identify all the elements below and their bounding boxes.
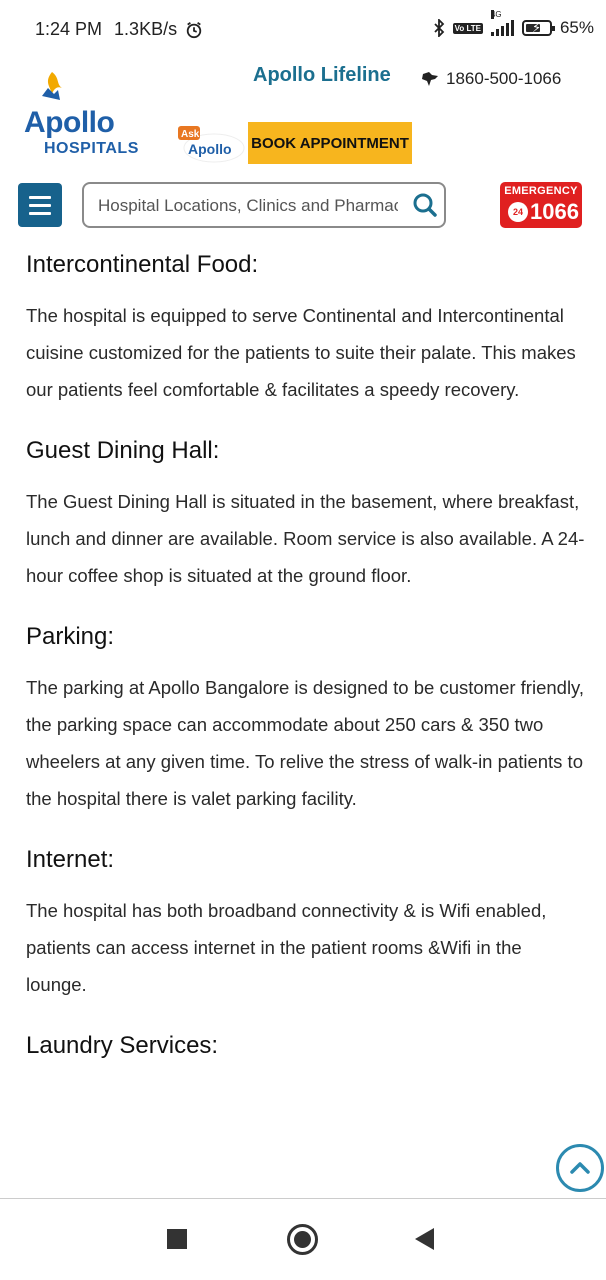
- battery-icon: ⚡: [521, 20, 555, 36]
- status-time: 1:24 PM: [35, 19, 103, 39]
- section-guest-dining-hall: Guest Dining Hall: The Guest Dining Hall…: [26, 434, 586, 594]
- section-body: The parking at Apollo Bangalore is desig…: [26, 677, 585, 809]
- logo-text: Apollo: [24, 106, 115, 139]
- hamburger-menu-button[interactable]: [18, 183, 62, 227]
- ask-apollo-top: Ask: [181, 129, 200, 140]
- chevron-up-icon: [570, 1162, 590, 1174]
- ask-apollo-logo[interactable]: Ask Apollo: [176, 124, 246, 164]
- main-content: Intercontinental Food: The hospital is e…: [26, 248, 586, 1089]
- section-body: The hospital is equipped to serve Contin…: [26, 305, 576, 400]
- menu-bar: [29, 211, 51, 215]
- phone-number[interactable]: 1860-500-1066: [420, 69, 561, 89]
- network-type: 4G: [490, 10, 502, 19]
- section-body: The Guest Dining Hall is situated in the…: [26, 491, 585, 586]
- section-laundry-services: Laundry Services:: [26, 1029, 586, 1063]
- emergency-label: EMERGENCY: [504, 185, 578, 197]
- apollo-logo[interactable]: Apollo HOSPITALS: [24, 68, 154, 158]
- status-bar: 1:24 PM 1.3KB/s Vo LTE 4G ⚡ 65%: [0, 0, 606, 58]
- section-title: Guest Dining Hall:: [26, 437, 220, 464]
- section-title: Internet:: [26, 846, 115, 873]
- recent-apps-button[interactable]: [167, 1229, 187, 1249]
- menu-bar: [29, 195, 51, 199]
- status-left: 1:24 PM 1.3KB/s: [35, 19, 203, 40]
- scroll-to-top-button[interactable]: [556, 1144, 604, 1192]
- india-map-icon: [422, 72, 438, 86]
- section-title: Parking:: [26, 623, 115, 650]
- emergency-number: 1066: [530, 199, 579, 224]
- android-nav-bar: [0, 1199, 606, 1280]
- phone-text: 1860-500-1066: [446, 69, 562, 88]
- emergency-number-row: 24 1066: [508, 199, 579, 225]
- apollo-flame-icon: [42, 72, 62, 100]
- book-appointment-button[interactable]: BOOK APPOINTMENT: [248, 122, 412, 164]
- network-speed: 1.3KB/s: [114, 19, 178, 39]
- home-button[interactable]: [287, 1224, 318, 1255]
- emergency-24-badge: 24: [508, 202, 528, 222]
- charging-bolt-icon: ⚡: [531, 20, 542, 35]
- search-input[interactable]: [98, 194, 398, 218]
- section-intercontinental-food: Intercontinental Food: The hospital is e…: [26, 248, 586, 408]
- emergency-button[interactable]: EMERGENCY 24 1066: [500, 182, 582, 228]
- logo-subtext: HOSPITALS: [44, 140, 139, 157]
- search-box: [82, 182, 446, 228]
- section-title: Intercontinental Food:: [26, 251, 259, 278]
- section-internet: Internet: The hospital has both broadban…: [26, 843, 586, 1003]
- section-parking: Parking: The parking at Apollo Bangalore…: [26, 620, 586, 817]
- signal-icon: 4G: [490, 10, 514, 36]
- alarm-icon: [186, 21, 202, 38]
- section-title: Laundry Services:: [26, 1032, 219, 1059]
- battery-percent: 65%: [559, 18, 594, 37]
- apollo-lifeline-link[interactable]: Apollo Lifeline: [253, 64, 391, 87]
- site-header: Apollo HOSPITALS Apollo Lifeline 1860-50…: [0, 58, 606, 233]
- ask-apollo-brand: Apollo: [188, 141, 232, 157]
- status-right: Vo LTE 4G ⚡ 65%: [433, 10, 594, 38]
- bluetooth-icon: [433, 19, 444, 37]
- back-button[interactable]: [415, 1228, 434, 1250]
- volte-icon: Vo LTE: [452, 22, 483, 34]
- section-body: The hospital has both broadband connecti…: [26, 900, 547, 995]
- menu-bar: [29, 203, 51, 207]
- search-icon[interactable]: [412, 192, 438, 218]
